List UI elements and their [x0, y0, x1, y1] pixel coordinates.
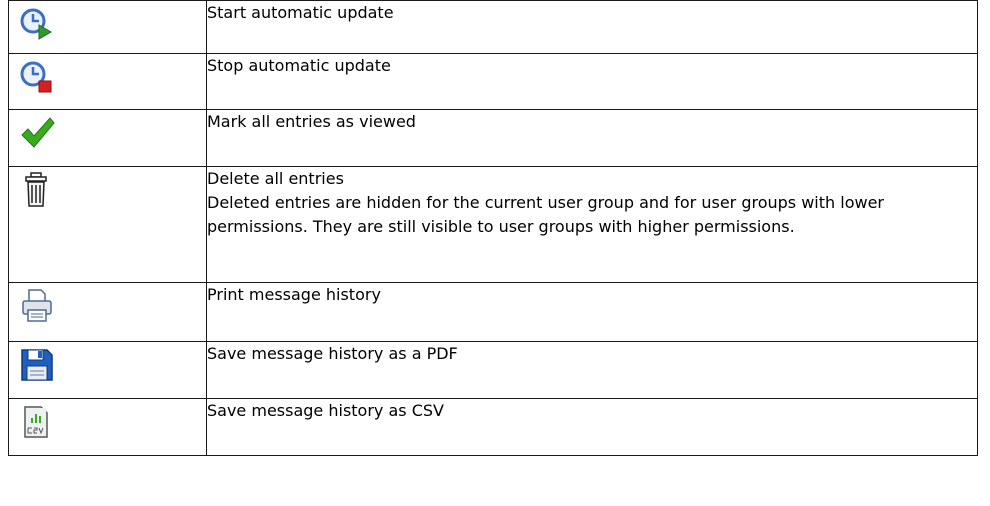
description-cell: Mark all entries as viewed [206, 109, 978, 167]
description-text: Print message history [207, 285, 381, 304]
table-row: Delete all entries Deleted entries are h… [8, 166, 978, 283]
table-row: Save message history as a PDF [8, 341, 978, 399]
icon-cell [8, 166, 207, 283]
description-cell: Print message history [206, 282, 978, 342]
table-row: Save message history as CSV [8, 398, 978, 456]
icon-cell [8, 0, 207, 54]
description-text: Mark all entries as viewed [207, 112, 416, 131]
icon-cell [8, 398, 207, 456]
description-text: Deleted entries are hidden for the curre… [207, 193, 884, 236]
clock-play-icon [19, 6, 59, 46]
icon-cell [8, 282, 207, 342]
icon-cell [8, 109, 207, 167]
checkmark-icon [19, 115, 59, 155]
description-title: Delete all entries [207, 169, 344, 188]
printer-icon [19, 288, 59, 328]
description-cell: Delete all entries Deleted entries are h… [206, 166, 978, 283]
table-row: Start automatic update [8, 0, 978, 54]
csv-file-icon [19, 404, 59, 444]
table-row: Print message history [8, 282, 978, 342]
description-text: Save message history as a PDF [207, 344, 458, 363]
icon-cell [8, 341, 207, 399]
trash-icon [19, 172, 59, 212]
description-cell: Save message history as a PDF [206, 341, 978, 399]
icon-cell [8, 53, 207, 110]
description-cell: Stop automatic update [206, 53, 978, 110]
table-row: Mark all entries as viewed [8, 109, 978, 167]
description-cell: Start automatic update [206, 0, 978, 54]
clock-stop-icon [19, 59, 59, 99]
description-text: Stop automatic update [207, 56, 391, 75]
description-text: Save message history as CSV [207, 401, 444, 420]
table-row: Stop automatic update [8, 53, 978, 110]
description-text: Start automatic update [207, 3, 394, 22]
description-cell: Save message history as CSV [206, 398, 978, 456]
icon-description-table: Start automatic update Stop automatic up… [8, 0, 978, 456]
floppy-disk-icon [19, 347, 59, 387]
